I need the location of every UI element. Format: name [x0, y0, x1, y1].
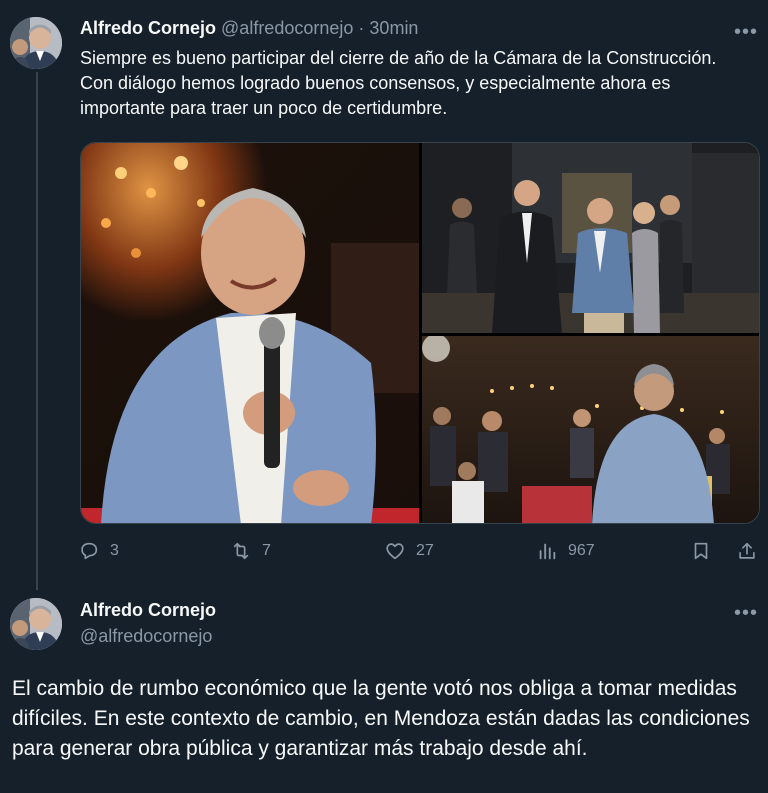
share-icon — [739, 542, 755, 559]
views-icon — [539, 543, 556, 560]
share-button[interactable] — [736, 540, 758, 562]
separator-dot: · — [358, 18, 365, 38]
timestamp[interactable]: 30min — [369, 18, 418, 38]
bookmark-button[interactable] — [690, 540, 712, 562]
repost-button[interactable]: 7 — [230, 540, 271, 562]
views-button[interactable]: 967 — [536, 540, 595, 562]
ellipsis-icon[interactable]: ••• — [734, 22, 758, 42]
author-name[interactable]: Alfredo Cornejo — [80, 600, 216, 621]
repost-icon — [233, 542, 249, 560]
author-handle[interactable]: @alfredocornejo — [80, 626, 212, 647]
view-count: 967 — [568, 542, 595, 559]
heart-icon — [386, 543, 404, 560]
reply-button[interactable]: 3 — [78, 540, 119, 562]
reply-icon — [81, 542, 98, 560]
avatar[interactable] — [10, 17, 62, 69]
tweet-action-bar: 3 7 27 967 — [78, 540, 766, 570]
photo-group-arrival[interactable] — [422, 143, 759, 333]
author-handle[interactable]: @alfredocornejo — [221, 18, 353, 38]
author-name[interactable]: Alfredo Cornejo — [80, 18, 216, 38]
avatar[interactable] — [10, 598, 62, 650]
ellipsis-icon[interactable]: ••• — [734, 603, 758, 623]
photo-speaker-microphone[interactable] — [81, 143, 419, 523]
tweet-text: El cambio de rumbo económico que la gent… — [12, 677, 750, 760]
tweet-text: Siempre es bueno participar del cierre d… — [80, 48, 717, 118]
reply-count: 3 — [110, 542, 119, 559]
photo-crowd-event[interactable] — [422, 336, 759, 523]
media-grid — [80, 142, 760, 524]
like-button[interactable]: 27 — [384, 540, 434, 562]
repost-count: 7 — [262, 542, 271, 559]
thread-connector-line — [36, 72, 38, 590]
bookmark-icon — [694, 542, 708, 560]
tweet-header: Alfredo Cornejo @alfredocornejo · 30min — [80, 18, 418, 42]
timeline: Alfredo Cornejo @alfredocornejo · 30min … — [0, 0, 768, 793]
like-count: 27 — [416, 542, 434, 559]
